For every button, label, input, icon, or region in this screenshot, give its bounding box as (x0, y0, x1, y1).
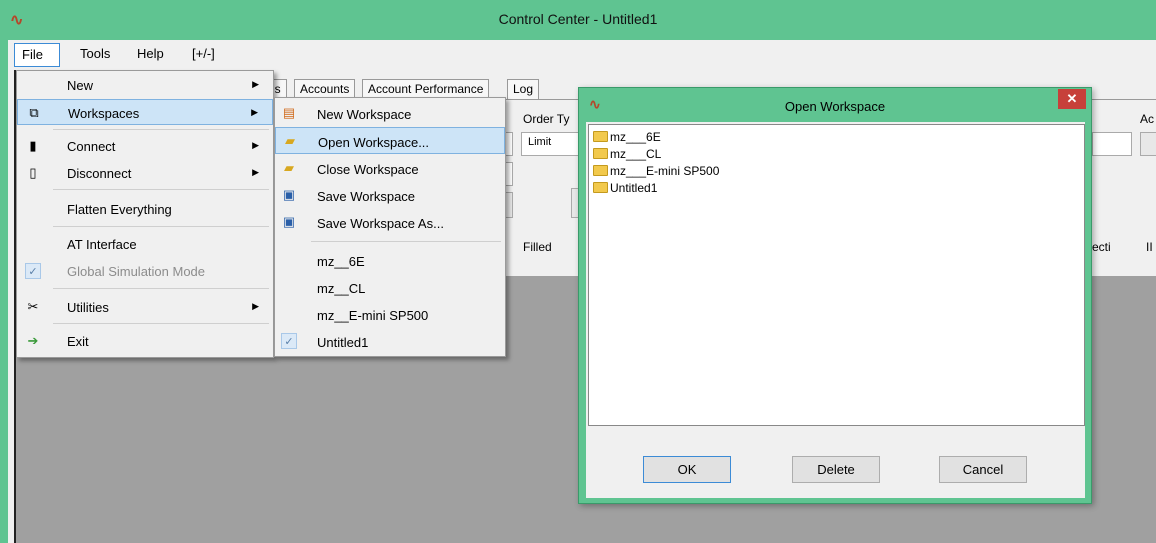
exit-icon: ➔ (27, 333, 39, 348)
menu-item-new-workspace[interactable]: ▤ New Workspace (275, 100, 505, 127)
dropdown-edge-2[interactable] (505, 162, 513, 186)
cancel-button[interactable]: Cancel (939, 456, 1027, 483)
menu-separator (53, 323, 269, 324)
workspaces-icon: ⧉ (29, 105, 39, 120)
button-edge[interactable] (505, 192, 513, 218)
menu-item-connect[interactable]: ▮ Connect ▶ (17, 133, 273, 159)
submenu-arrow-icon: ▶ (251, 107, 258, 117)
ok-button[interactable]: OK (643, 456, 731, 483)
close-icon[interactable]: ✕ (1058, 89, 1086, 109)
submenu-arrow-icon: ▶ (252, 167, 259, 177)
open-folder-icon: ▰ (285, 133, 295, 148)
folder-icon (593, 131, 608, 142)
order-type-select[interactable]: Limit (521, 132, 579, 156)
menu-toggle[interactable]: [+/-] (192, 46, 215, 61)
recent-workspace-item[interactable]: mz__E-mini SP500 (275, 301, 505, 328)
menu-separator (53, 129, 269, 130)
tab-log[interactable]: Log (507, 79, 540, 99)
account-button[interactable] (1140, 132, 1156, 156)
workspace-list-item[interactable]: mz___6E (593, 130, 661, 148)
menu-item-flatten-everything[interactable]: Flatten Everything (17, 196, 273, 222)
save-as-icon: ▣ (282, 214, 296, 229)
menu-item-disconnect[interactable]: ▯ Disconnect ▶ (17, 160, 273, 186)
menu-item-workspaces[interactable]: ⧉ Workspaces ▶ (17, 99, 273, 125)
save-icon: ▣ (282, 187, 296, 202)
menu-separator (53, 288, 269, 289)
folder-icon (593, 182, 608, 193)
close-folder-icon: ▰ (284, 160, 294, 175)
folder-icon (593, 165, 608, 176)
recent-workspace-item[interactable]: mz__6E (275, 247, 505, 274)
menu-item-save-workspace-as[interactable]: ▣ Save Workspace As... (275, 209, 505, 236)
menu-item-utilities[interactable]: ✂ Utilities ▶ (17, 294, 273, 320)
new-workspace-icon: ▤ (282, 105, 296, 120)
plug-disconnect-icon: ▯ (29, 165, 37, 180)
menu-item-save-workspace[interactable]: ▣ Save Workspace (275, 182, 505, 209)
grid-col-ii[interactable]: II (1146, 240, 1153, 254)
tab-account-performance[interactable]: Account Performance (362, 79, 490, 99)
menu-item-new[interactable]: New ▶ (17, 72, 273, 98)
menu-item-global-simulation-mode: ✓ Global Simulation Mode (17, 258, 273, 284)
recent-workspace-item[interactable]: ✓ Untitled1 (275, 328, 505, 355)
submenu-arrow-icon: ▶ (252, 301, 259, 311)
menu-separator (53, 226, 269, 227)
grid-col-filled[interactable]: Filled (523, 240, 552, 254)
workspace-list-item[interactable]: mz___CL (593, 147, 661, 165)
window-title: Control Center - Untitled1 (498, 11, 658, 27)
submenu-arrow-icon: ▶ (252, 140, 259, 150)
account-field[interactable] (1092, 132, 1132, 156)
account-label: Ac (1140, 112, 1155, 126)
menu-item-close-workspace[interactable]: ▰ Close Workspace (275, 155, 505, 182)
menu-item-open-workspace[interactable]: ▰ Open Workspace... (275, 127, 505, 154)
checkmark-icon: ✓ (281, 333, 297, 349)
tools-icon: ✂ (27, 299, 39, 314)
menu-item-at-interface[interactable]: AT Interface (17, 231, 273, 257)
workspaces-submenu: ▤ New Workspace ▰ Open Workspace... ▰ Cl… (274, 97, 506, 357)
dropdown-edge[interactable] (505, 132, 513, 156)
menu-item-exit[interactable]: ➔ Exit (17, 328, 273, 354)
menu-help[interactable]: Help (137, 46, 164, 61)
submenu-arrow-icon: ▶ (252, 79, 259, 89)
checkmark-icon: ✓ (25, 263, 41, 279)
grid-col-direction[interactable]: ecti (1092, 240, 1111, 254)
folder-icon (593, 148, 608, 159)
workspace-list-item[interactable]: mz___E-mini SP500 (593, 164, 719, 182)
order-type-label: Order Ty (523, 112, 570, 126)
file-menu: New ▶ ⧉ Workspaces ▶ ▮ Connect ▶ ▯ Disco… (16, 70, 274, 358)
menu-separator (311, 241, 501, 242)
plug-connect-icon: ▮ (29, 138, 37, 153)
tab-accounts[interactable]: Accounts (294, 79, 356, 99)
menu-file[interactable]: File (14, 43, 60, 67)
menu-tools[interactable]: Tools (80, 46, 110, 61)
dialog-title: Open Workspace (784, 99, 886, 114)
workspace-list-item[interactable]: Untitled1 (593, 181, 657, 199)
delete-button[interactable]: Delete (792, 456, 880, 483)
menu-bar (8, 40, 1156, 70)
menu-separator (53, 189, 269, 190)
recent-workspace-item[interactable]: mz__CL (275, 274, 505, 301)
